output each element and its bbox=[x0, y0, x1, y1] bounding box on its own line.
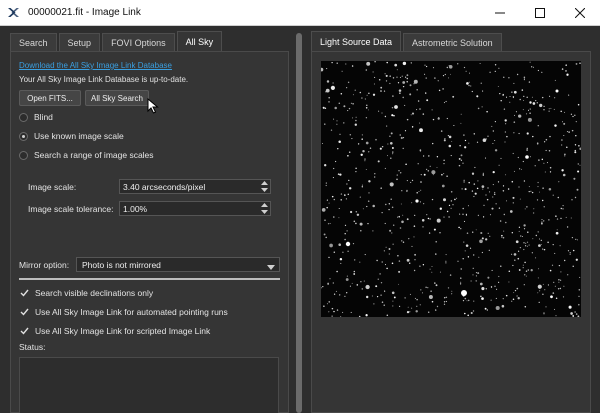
window-title: 00000021.fit - Image Link bbox=[28, 7, 141, 18]
divider bbox=[19, 278, 280, 280]
all-sky-search-button[interactable]: All Sky Search bbox=[85, 90, 149, 106]
radio-known-scale-label: Use known image scale bbox=[34, 131, 124, 141]
check-automated-pointing-label: Use All Sky Image Link for automated poi… bbox=[35, 307, 228, 317]
title-bar: 00000021.fit - Image Link bbox=[0, 0, 600, 26]
image-scale-value: 3.40 arcseconds/pixel bbox=[123, 181, 206, 192]
mouse-cursor-icon bbox=[147, 97, 159, 114]
image-scale-label: Image scale: bbox=[28, 182, 77, 192]
check-visible-declinations-label: Search visible declinations only bbox=[35, 288, 154, 298]
spin-arrows-icon[interactable] bbox=[260, 203, 268, 214]
scale-tolerance-input[interactable]: 1.00% bbox=[119, 201, 271, 216]
check-scripted-image-link[interactable]: Use All Sky Image Link for scripted Imag… bbox=[19, 326, 210, 336]
check-automated-pointing[interactable]: Use All Sky Image Link for automated poi… bbox=[19, 307, 228, 317]
mirror-option-value: Photo is not mirrored bbox=[82, 259, 161, 270]
radio-known-scale[interactable]: Use known image scale bbox=[19, 131, 124, 141]
app-logo-icon bbox=[6, 6, 20, 20]
radio-scale-range[interactable]: Search a range of image scales bbox=[19, 150, 154, 160]
check-visible-declinations[interactable]: Search visible declinations only bbox=[19, 288, 153, 298]
tab-fovi-options[interactable]: FOVI Options bbox=[102, 33, 175, 51]
status-label: Status: bbox=[19, 342, 46, 352]
minimize-button[interactable] bbox=[480, 0, 520, 26]
radio-icon bbox=[19, 150, 28, 160]
radio-blind[interactable]: Blind bbox=[19, 112, 53, 122]
left-tab-bar: Search Setup FOVI Options All Sky bbox=[10, 31, 224, 51]
open-fits-button[interactable]: Open FITS... bbox=[19, 90, 81, 106]
mirror-option-select[interactable]: Photo is not mirrored bbox=[76, 257, 280, 272]
tab-all-sky[interactable]: All Sky bbox=[176, 31, 223, 51]
tab-search[interactable]: Search bbox=[10, 33, 57, 51]
radio-scale-range-label: Search a range of image scales bbox=[34, 150, 154, 160]
check-scripted-image-link-label: Use All Sky Image Link for scripted Imag… bbox=[35, 326, 211, 336]
close-button[interactable] bbox=[560, 0, 600, 26]
checkmark-icon bbox=[19, 288, 29, 298]
image-scale-input[interactable]: 3.40 arcseconds/pixel bbox=[119, 179, 271, 194]
scale-tolerance-value: 1.00% bbox=[123, 203, 148, 214]
main-area: Search Setup FOVI Options All Sky Downlo… bbox=[0, 26, 600, 413]
tab-setup[interactable]: Setup bbox=[58, 33, 101, 51]
maximize-button[interactable] bbox=[520, 0, 560, 26]
radio-icon bbox=[19, 112, 28, 122]
right-tab-bar: Light Source Data Astrometric Solution bbox=[311, 31, 504, 51]
download-database-link[interactable]: Download the All Sky Image Link Database bbox=[19, 61, 172, 70]
scale-tolerance-label: Image scale tolerance: bbox=[28, 204, 114, 214]
database-status-text: Your All Sky Image Link Database is up-t… bbox=[19, 75, 189, 84]
checkmark-icon bbox=[19, 326, 29, 336]
tab-astrometric-solution[interactable]: Astrometric Solution bbox=[403, 33, 502, 51]
status-log bbox=[19, 357, 279, 413]
spin-arrows-icon[interactable] bbox=[260, 181, 268, 192]
mirror-option-label: Mirror option: bbox=[19, 260, 70, 270]
tab-light-source-data[interactable]: Light Source Data bbox=[311, 31, 402, 51]
star-field-canvas bbox=[321, 61, 581, 317]
checkmark-icon bbox=[19, 307, 29, 317]
star-field-image[interactable] bbox=[321, 61, 581, 317]
light-source-panel bbox=[311, 51, 591, 413]
radio-blind-label: Blind bbox=[34, 112, 53, 122]
radio-selected-icon bbox=[19, 131, 28, 141]
pane-splitter[interactable] bbox=[296, 33, 302, 413]
chevron-down-icon bbox=[267, 262, 275, 272]
